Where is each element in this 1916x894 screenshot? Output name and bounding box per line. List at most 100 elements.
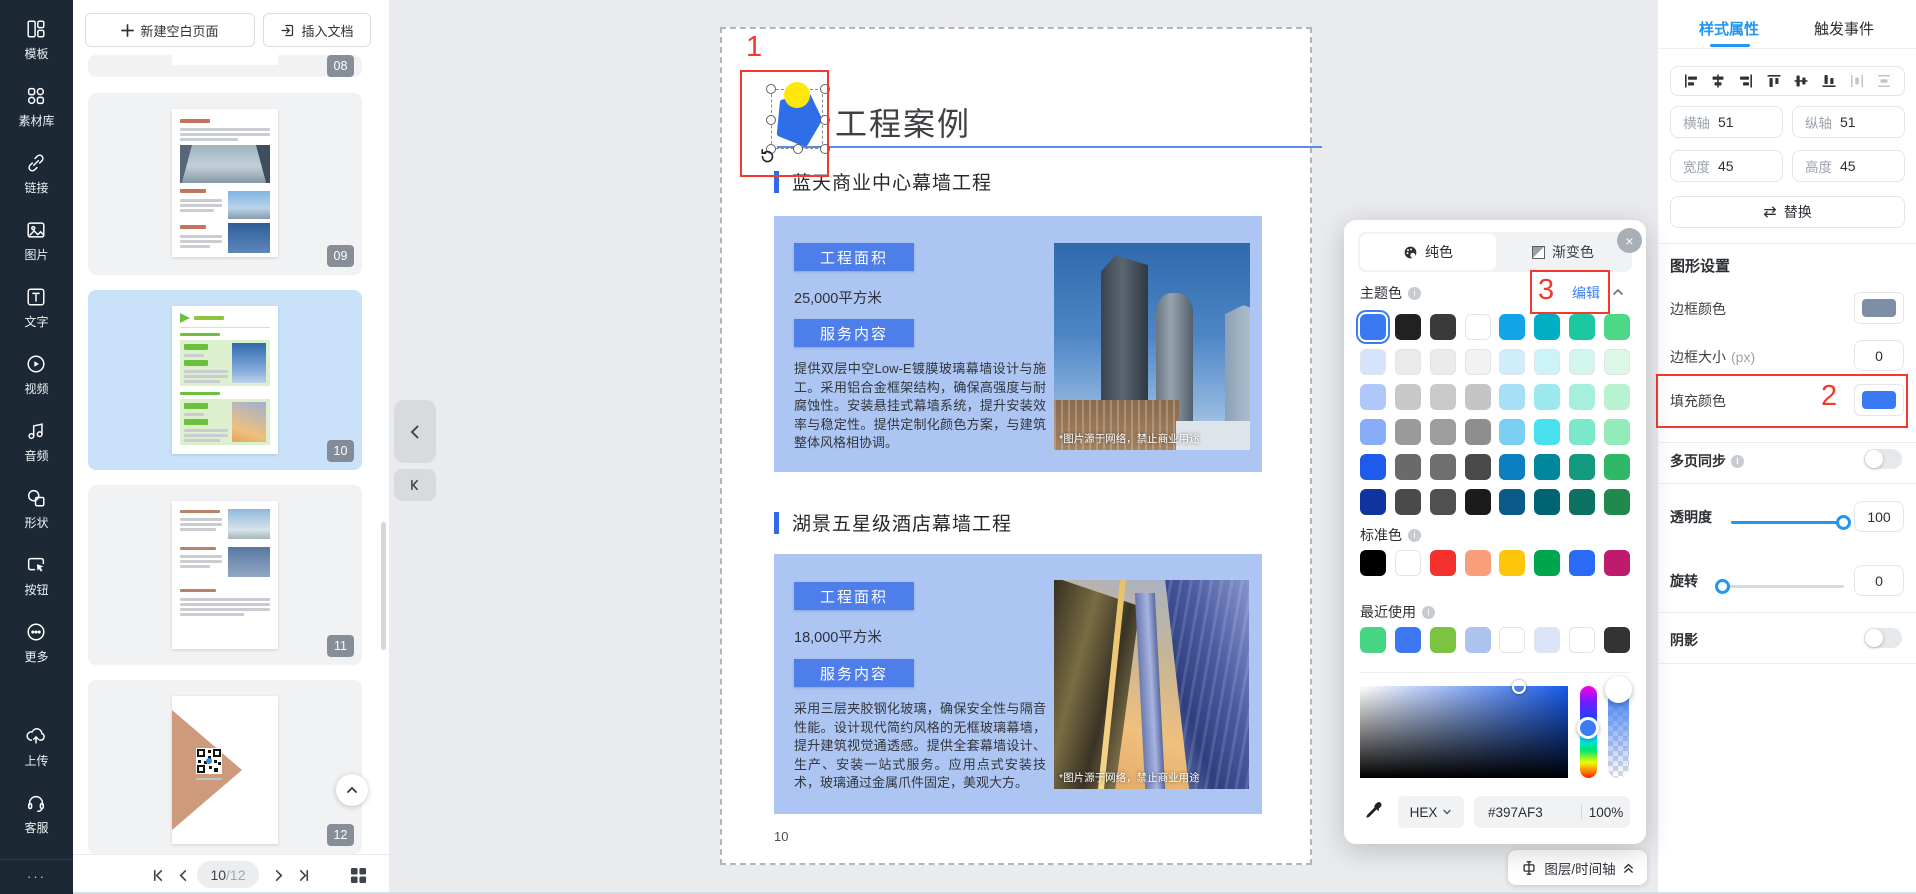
- height-field[interactable]: 高度45: [1792, 150, 1905, 182]
- first-page-button[interactable]: [147, 864, 169, 886]
- alpha-value-input[interactable]: 100%: [1582, 805, 1630, 820]
- color-swatch[interactable]: [1534, 454, 1560, 480]
- color-swatch[interactable]: [1465, 550, 1491, 576]
- page-thumbnail-11[interactable]: 11: [88, 485, 362, 665]
- color-swatch[interactable]: [1430, 349, 1456, 375]
- collapse-to-edge-button[interactable]: [394, 469, 436, 501]
- color-swatch[interactable]: [1534, 627, 1560, 653]
- color-swatch[interactable]: [1499, 489, 1525, 515]
- color-swatch[interactable]: [1395, 550, 1421, 576]
- rotate-slider-handle[interactable]: [1715, 579, 1730, 594]
- next-page-button[interactable]: [267, 864, 289, 886]
- color-swatch[interactable]: [1569, 314, 1595, 340]
- color-swatch[interactable]: [1569, 454, 1595, 480]
- page-thumbnail-12[interactable]: 12: [88, 680, 362, 854]
- info-panel-2[interactable]: 工程面积 18,000平方米 服务内容 采用三层夹胶钢化玻璃，确保安全性与隔音性…: [774, 554, 1262, 814]
- distribute-horizontal-icon[interactable]: [1849, 73, 1865, 89]
- color-swatch[interactable]: [1465, 384, 1491, 410]
- sidebar-item-support[interactable]: 客服: [24, 792, 48, 836]
- saturation-cursor[interactable]: [1512, 680, 1526, 694]
- canvas-page[interactable]: 1 工程案例 蓝天商业中心幕墙工程 工程面积 25,000平方米 服务内容 提供…: [720, 27, 1312, 865]
- grid-view-button[interactable]: [347, 864, 369, 886]
- sidebar-item-assets[interactable]: 素材库: [18, 85, 54, 129]
- color-swatch[interactable]: [1569, 419, 1595, 445]
- sidebar-item-image[interactable]: 图片: [24, 219, 48, 263]
- hex-value-input[interactable]: #397AF3: [1474, 805, 1581, 820]
- opacity-slider-track[interactable]: [1731, 521, 1846, 524]
- align-top-icon[interactable]: [1766, 73, 1782, 89]
- selected-shape-bounds[interactable]: [771, 89, 823, 149]
- color-swatch[interactable]: [1465, 314, 1491, 340]
- saturation-field[interactable]: [1360, 686, 1568, 778]
- color-swatch[interactable]: [1534, 384, 1560, 410]
- align-left-icon[interactable]: [1683, 73, 1699, 89]
- page-indicator[interactable]: 10/12: [197, 861, 259, 888]
- color-swatch[interactable]: [1569, 550, 1595, 576]
- page-thumbnail-10-selected[interactable]: 10: [88, 290, 362, 470]
- last-page-button[interactable]: [292, 864, 314, 886]
- color-swatch[interactable]: [1430, 550, 1456, 576]
- color-swatch[interactable]: [1499, 627, 1525, 653]
- align-bottom-icon[interactable]: [1821, 73, 1837, 89]
- resize-handle-se[interactable]: [820, 144, 830, 154]
- info-icon[interactable]: i: [1731, 455, 1744, 468]
- color-swatch[interactable]: [1465, 489, 1491, 515]
- color-swatch[interactable]: [1569, 349, 1595, 375]
- color-swatch[interactable]: [1604, 419, 1630, 445]
- color-swatch[interactable]: [1360, 627, 1386, 653]
- insert-document-button[interactable]: 插入文档: [263, 13, 371, 47]
- color-swatch[interactable]: [1430, 314, 1456, 340]
- color-swatch[interactable]: [1465, 627, 1491, 653]
- color-swatch[interactable]: [1534, 314, 1560, 340]
- color-swatch[interactable]: [1499, 550, 1525, 576]
- y-position-field[interactable]: 纵轴51: [1792, 106, 1905, 138]
- resize-handle-s[interactable]: [793, 144, 803, 154]
- border-color-swatch[interactable]: [1854, 292, 1904, 324]
- rotate-slider-track[interactable]: [1722, 585, 1844, 588]
- color-swatch[interactable]: [1395, 384, 1421, 410]
- x-position-field[interactable]: 横轴51: [1670, 106, 1783, 138]
- align-middle-vertical-icon[interactable]: [1793, 73, 1809, 89]
- tab-style-properties[interactable]: 样式属性: [1699, 18, 1759, 39]
- color-format-dropdown[interactable]: HEX: [1398, 796, 1464, 828]
- alpha-slider-handle[interactable]: [1605, 676, 1632, 703]
- width-field[interactable]: 宽度45: [1670, 150, 1783, 182]
- thumbnails-scrollbar[interactable]: [381, 522, 386, 650]
- shape-adjust-handle[interactable]: [784, 82, 810, 108]
- align-right-icon[interactable]: [1738, 73, 1754, 89]
- color-swatch[interactable]: [1569, 384, 1595, 410]
- align-center-horizontal-icon[interactable]: [1710, 73, 1726, 89]
- color-swatch[interactable]: [1395, 489, 1421, 515]
- color-swatch[interactable]: [1534, 349, 1560, 375]
- shadow-toggle[interactable]: [1864, 628, 1902, 648]
- collapse-theme-icon[interactable]: [1612, 286, 1624, 298]
- color-swatch[interactable]: [1360, 384, 1386, 410]
- rotate-input[interactable]: 0: [1854, 565, 1904, 596]
- color-swatch[interactable]: [1360, 314, 1386, 340]
- sidebar-overflow-button[interactable]: ···: [0, 859, 73, 894]
- color-swatch[interactable]: [1604, 384, 1630, 410]
- color-swatch[interactable]: [1395, 454, 1421, 480]
- color-swatch[interactable]: [1604, 454, 1630, 480]
- opacity-slider-handle[interactable]: [1836, 515, 1851, 530]
- collapse-thumbnails-button[interactable]: [336, 774, 368, 806]
- sidebar-item-audio[interactable]: 音频: [24, 420, 48, 464]
- resize-handle-ne[interactable]: [820, 84, 830, 94]
- color-swatch[interactable]: [1499, 384, 1525, 410]
- color-swatch[interactable]: [1499, 454, 1525, 480]
- collapse-panel-button[interactable]: [394, 400, 436, 463]
- color-swatch[interactable]: [1395, 314, 1421, 340]
- tab-solid-color[interactable]: 纯色: [1360, 234, 1496, 270]
- section-heading[interactable]: 蓝天商业中心幕墙工程: [774, 168, 992, 195]
- color-swatch[interactable]: [1360, 419, 1386, 445]
- color-swatch[interactable]: [1395, 349, 1421, 375]
- color-swatch[interactable]: [1395, 627, 1421, 653]
- page-title[interactable]: 工程案例: [835, 99, 971, 145]
- sidebar-item-link[interactable]: 链接: [24, 152, 48, 196]
- replace-button[interactable]: ⇄ 替换: [1670, 196, 1905, 228]
- tab-trigger-events[interactable]: 触发事件: [1814, 18, 1874, 39]
- close-picker-button[interactable]: ×: [1617, 228, 1642, 253]
- building-photo-1[interactable]: *图片源于网络，禁止商业用途: [1054, 243, 1250, 450]
- color-swatch[interactable]: [1360, 550, 1386, 576]
- color-swatch[interactable]: [1499, 349, 1525, 375]
